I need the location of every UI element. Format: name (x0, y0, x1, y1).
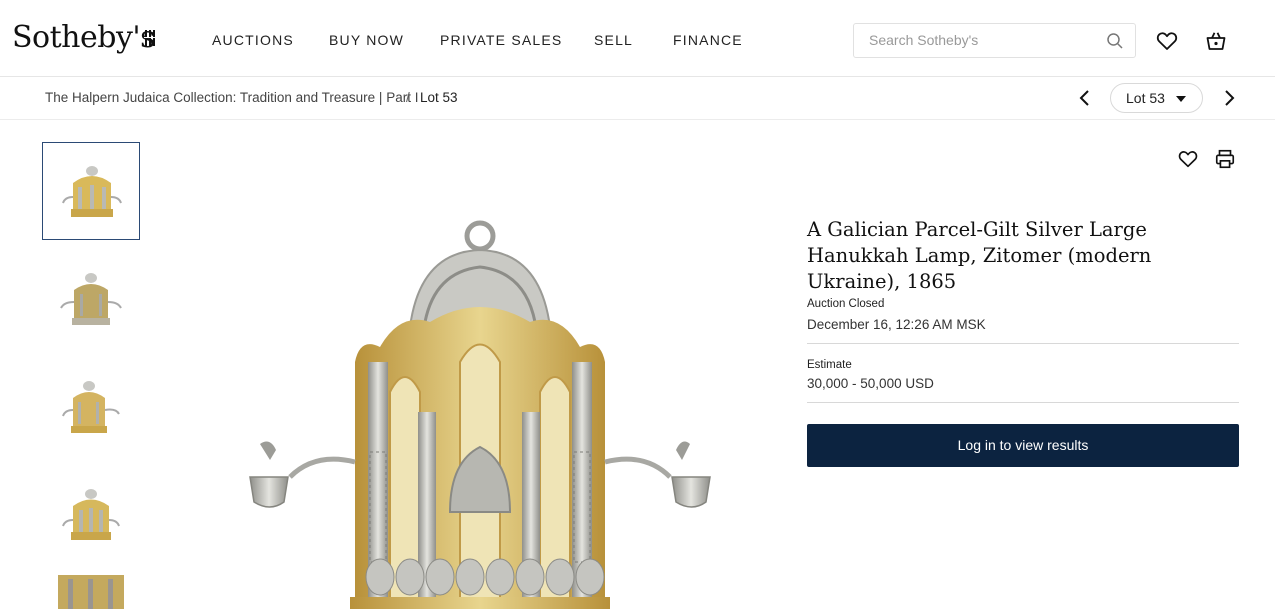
nav-buy-now[interactable]: BUY NOW (329, 32, 404, 48)
thumbnail-2[interactable] (42, 250, 140, 348)
heart-icon[interactable] (1155, 29, 1179, 53)
site-header: Sotheby's AUCTIONS BUY NOW PRIVATE SALES… (0, 0, 1275, 77)
estimate-value: 30,000 - 50,000 USD (807, 376, 934, 391)
auction-status-value: December 16, 12:26 AM MSK (807, 317, 986, 332)
logo-est-mark (144, 29, 158, 47)
nav-finance[interactable]: FINANCE (673, 32, 743, 48)
estimate-label: Estimate (807, 359, 852, 371)
caret-down-icon (1176, 96, 1186, 102)
breadcrumb-separator: / (406, 90, 410, 105)
shopping-bag-icon[interactable] (1204, 29, 1228, 53)
print-icon[interactable] (1214, 148, 1236, 170)
breadcrumb-auction-link[interactable]: The Halpern Judaica Collection: Traditio… (45, 90, 418, 105)
lot-title: A Galician Parcel-Gilt Silver Large Hanu… (807, 218, 1152, 293)
lot-main-image[interactable] (230, 212, 730, 609)
est-1744-glyph (144, 30, 156, 46)
favorite-heart-icon[interactable] (1177, 148, 1199, 170)
menorah-thumbnail-image (62, 166, 122, 217)
menorah-thumbnail-image (62, 381, 120, 433)
chevron-right-icon[interactable] (1219, 87, 1239, 109)
thumbnail-5[interactable] (42, 574, 140, 609)
breadcrumb-current-lot: Lot 53 (420, 90, 458, 105)
search-input[interactable]: Search Sotheby's (853, 23, 1136, 58)
login-to-view-results-button[interactable]: Log in to view results (807, 424, 1239, 467)
nav-auctions[interactable]: AUCTIONS (212, 32, 294, 48)
sothebys-logo[interactable]: Sotheby's (12, 18, 156, 58)
lot-selector-value: Lot 53 (1126, 90, 1165, 106)
search-icon[interactable] (1105, 31, 1125, 51)
chevron-left-icon[interactable] (1075, 87, 1095, 109)
breadcrumb-bar: The Halpern Judaica Collection: Traditio… (0, 77, 1275, 120)
menorah-thumbnail-image (60, 273, 122, 325)
nav-private-sales[interactable]: PRIVATE SALES (440, 32, 562, 48)
lot-selector[interactable]: Lot 53 (1110, 83, 1203, 113)
auction-status-label: Auction Closed (807, 298, 885, 310)
thumbnail-1[interactable] (42, 142, 140, 240)
menorah-detail-thumbnail-image (58, 575, 124, 609)
divider (807, 343, 1239, 344)
thumbnail-4[interactable] (42, 466, 140, 564)
nav-sell[interactable]: SELL (594, 32, 633, 48)
menorah-thumbnail-image (62, 489, 120, 540)
thumbnail-3[interactable] (42, 358, 140, 456)
divider (807, 402, 1239, 403)
